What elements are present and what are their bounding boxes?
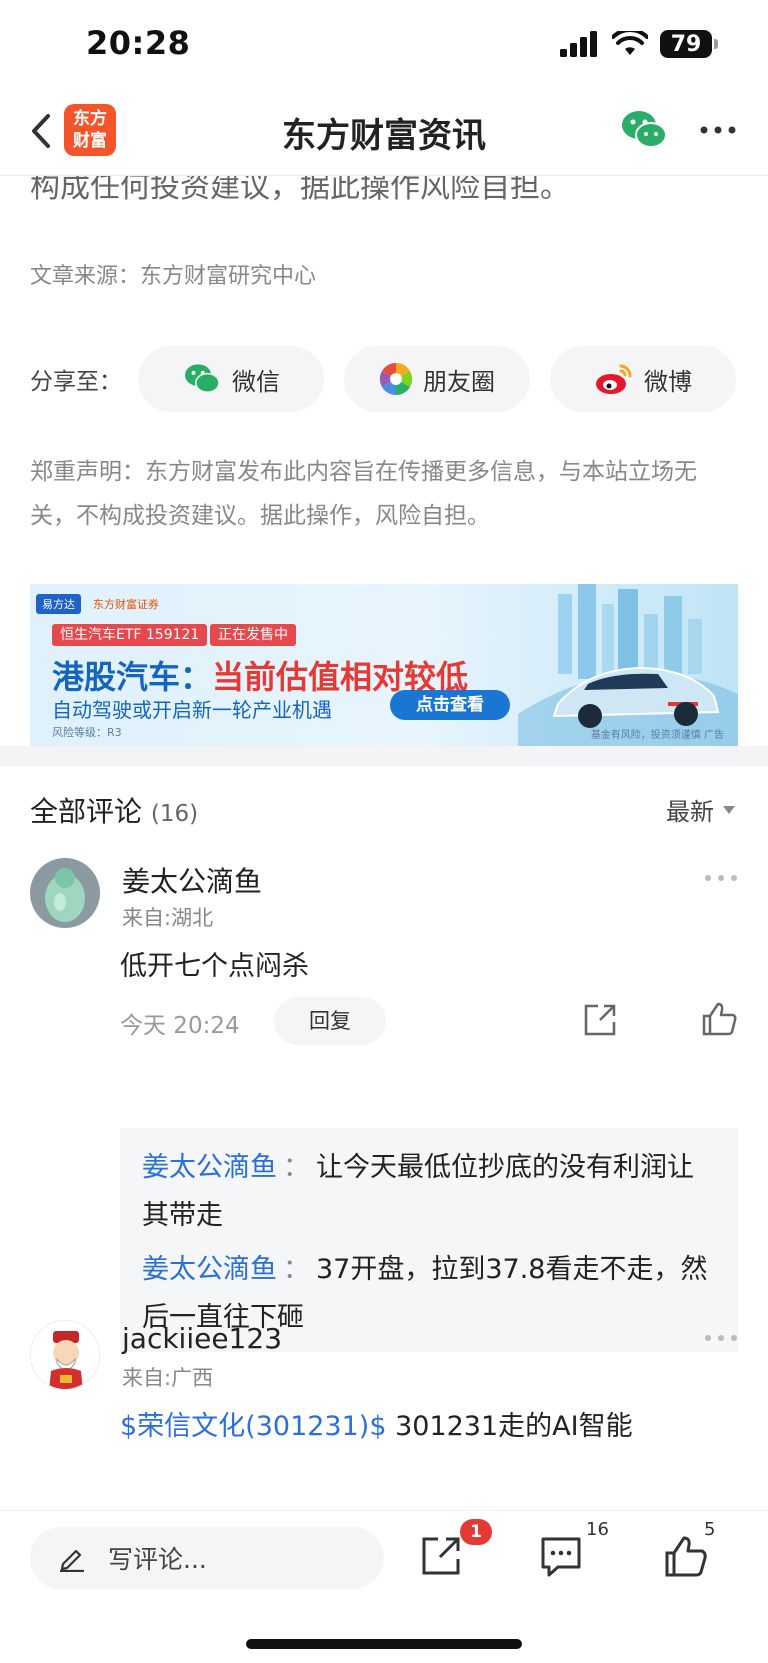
comment-count: 16 — [586, 1519, 609, 1540]
share-wechat-label: 微信 — [232, 367, 280, 396]
share-moments-button[interactable]: 朋友圈 — [344, 346, 530, 412]
wechat-icon[interactable] — [620, 108, 668, 152]
bottom-bar: 写评论... 1 16 5 — [0, 1510, 768, 1663]
battery-indicator: 79 — [660, 30, 718, 58]
logo-text-line1: 东方 — [73, 109, 107, 129]
ad-logo-right: 东方财富证券 — [93, 598, 159, 611]
app-logo: 东方 财富 — [64, 104, 116, 156]
comment-text-body: 301231走的AI智能 — [386, 1411, 633, 1442]
share-wechat-button[interactable]: 微信 — [138, 346, 324, 412]
comment-icon[interactable] — [538, 1533, 584, 1579]
chevron-left-icon[interactable] — [22, 106, 62, 156]
share-label: 分享至： — [30, 369, 122, 395]
reply-username[interactable]: 姜太公滴鱼 — [142, 1254, 277, 1285]
avatar-image — [30, 858, 100, 928]
share-icon[interactable] — [418, 1533, 464, 1579]
ad-car-illustration — [518, 584, 738, 746]
stock-link[interactable]: $荣信文化(301231)$ — [120, 1411, 387, 1442]
thumbs-up-icon[interactable] — [700, 1000, 738, 1038]
more-horizontal-icon[interactable] — [696, 110, 740, 150]
reply-colon: ： — [283, 1152, 310, 1183]
comments-title-text: 全部评论 — [30, 795, 143, 828]
ad-logo-left: 易方达 — [36, 594, 81, 614]
avatar[interactable] — [30, 858, 100, 928]
comment-text: 低开七个点闷杀 — [120, 951, 309, 982]
wechat-icon — [185, 364, 220, 393]
reply-item: 姜太公滴鱼：让今天最低位抄底的没有利润让其带走 — [142, 1144, 716, 1240]
comment-time: 今天 20:24 — [120, 1013, 240, 1039]
like-count: 5 — [704, 1519, 716, 1540]
avatar[interactable] — [30, 1320, 100, 1390]
share-moments-label: 朋友圈 — [423, 367, 495, 396]
section-divider — [0, 746, 768, 766]
thumbs-up-icon[interactable] — [662, 1533, 708, 1579]
moments-icon — [379, 362, 413, 396]
more-horizontal-icon[interactable] — [704, 872, 738, 884]
sort-dropdown[interactable]: 最新 — [666, 792, 736, 827]
ad-logos: 易方达 东方财富证券 — [36, 594, 165, 614]
reply-box: 姜太公滴鱼：让今天最低位抄底的没有利润让其带走 姜太公滴鱼： 37开盘，拉到37.… — [120, 1128, 738, 1352]
wifi-icon — [612, 31, 648, 55]
ad-disclaimer: 基金有风险，投资须谨慎 广告 — [590, 730, 724, 741]
avatar-image — [31, 1321, 99, 1389]
weibo-icon — [596, 364, 632, 394]
ad-risk-level: 风险等级：R3 — [52, 726, 122, 739]
caret-down-icon — [723, 805, 735, 814]
status-bar: 20:28 79 — [0, 0, 768, 88]
ad-subline: 自动驾驶或开启新一轮产业机遇 — [52, 698, 332, 722]
comment-username[interactable]: 姜太公滴鱼 — [122, 860, 262, 900]
pencil-icon — [60, 1549, 84, 1572]
comment-text: $荣信文化(301231)$ 301231走的AI智能 — [120, 1404, 633, 1443]
nav-bar: 东方 财富 东方财富资讯 — [0, 88, 768, 176]
ad-banner[interactable]: 易方达 东方财富证券 恒生汽车ETF 159121 正在发售中 港股汽车：当前估… — [30, 584, 738, 746]
signal-icon — [560, 31, 597, 57]
comment-input[interactable]: 写评论... — [30, 1527, 384, 1589]
status-time: 20:28 — [86, 24, 191, 62]
comment-input-placeholder: 写评论... — [108, 1545, 207, 1574]
comment-username[interactable]: jackiiee123 — [122, 1322, 282, 1355]
status-icons: 79 — [560, 30, 718, 58]
comments-count: (16) — [150, 801, 199, 827]
reply-colon: ： — [283, 1254, 310, 1285]
share-weibo-label: 微博 — [644, 367, 692, 396]
logo-text-line2: 财富 — [73, 131, 107, 151]
ad-headline-part1: 港股汽车： — [52, 658, 213, 696]
comments-title: 全部评论 (16) — [30, 790, 198, 830]
more-horizontal-icon[interactable] — [704, 1332, 738, 1344]
ad-tag-status: 正在发售中 — [210, 624, 296, 646]
comment-location: 来自:湖北 — [122, 906, 214, 930]
home-indicator — [246, 1639, 522, 1649]
share-badge: 1 — [460, 1519, 492, 1545]
share-weibo-button[interactable]: 微博 — [550, 346, 736, 412]
ad-tag-product: 恒生汽车ETF 159121 — [52, 624, 208, 646]
article-source: 文章来源：东方财富研究中心 — [30, 264, 317, 289]
disclaimer-text: 郑重声明：东方财富发布此内容旨在传播更多信息，与本站立场无关，不构成投资建议。据… — [30, 459, 697, 529]
battery-level: 79 — [670, 31, 702, 57]
ad-cta-button[interactable]: 点击查看 — [390, 690, 510, 720]
sort-label: 最新 — [666, 798, 714, 826]
reply-button[interactable]: 回复 — [274, 997, 386, 1045]
reply-username[interactable]: 姜太公滴鱼 — [142, 1152, 277, 1183]
share-icon[interactable] — [582, 1002, 618, 1038]
comment-location: 来自:广西 — [122, 1366, 214, 1390]
